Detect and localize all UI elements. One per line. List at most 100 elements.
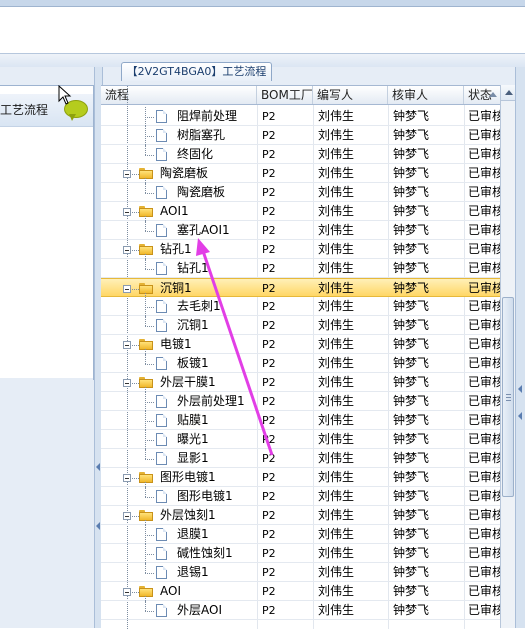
- cell-status: 已审核: [468, 204, 500, 218]
- tree-guide-line: [145, 573, 154, 574]
- grid-header: 流程 BOM工厂 编写人 核审人 状态: [101, 86, 500, 105]
- cell-status: 已审核: [468, 527, 500, 541]
- collapse-left-arrow-icon[interactable]: [96, 522, 100, 530]
- cell-bom: P2: [262, 148, 276, 161]
- cell-bom: P2: [262, 414, 276, 427]
- document-icon: [156, 604, 167, 617]
- cell-bom: P2: [262, 357, 276, 370]
- collapse-toggle-icon[interactable]: [123, 379, 131, 387]
- collapse-toggle-icon[interactable]: [123, 474, 131, 482]
- table-row[interactable]: 碱性蚀刻1 P2 刘伟生 钟梦飞 已审核: [101, 544, 500, 563]
- table-row[interactable]: AOI1 P2 刘伟生 钟梦飞 已审核: [101, 202, 500, 221]
- collapse-right-arrow-icon[interactable]: [518, 412, 522, 420]
- document-icon: [156, 224, 167, 237]
- cell-flow-name: 树脂塞孔: [177, 128, 226, 142]
- cell-reviewer: 钟梦飞: [393, 394, 430, 408]
- tree-guide-line: [145, 316, 146, 326]
- table-row[interactable]: 外层干膜1 P2 刘伟生 钟梦飞 已审核: [101, 373, 500, 392]
- collapse-toggle-icon[interactable]: [123, 246, 131, 254]
- collapse-toggle-icon[interactable]: [123, 588, 131, 596]
- folder-body: [139, 170, 153, 179]
- document-icon: [156, 414, 167, 427]
- column-header-flow[interactable]: 流程: [101, 86, 257, 104]
- cell-bom: P2: [262, 319, 276, 332]
- table-row[interactable]: 钻孔1 P2 刘伟生 钟梦飞 已审核: [101, 259, 500, 278]
- cell-writer: 刘伟生: [318, 394, 355, 408]
- table-row[interactable]: 终固化 P2 刘伟生 钟梦飞 已审核: [101, 145, 500, 164]
- cell-status: 已审核: [468, 432, 500, 446]
- folder-icon: [139, 339, 153, 350]
- table-row[interactable]: 外层蚀刻1 P2 刘伟生 钟梦飞 已审核: [101, 506, 500, 525]
- right-splitter[interactable]: [515, 67, 525, 628]
- cell-flow-name: AOI1: [160, 204, 189, 218]
- table-row[interactable]: 钻孔1 P2 刘伟生 钟梦飞 已审核: [101, 240, 500, 259]
- collapse-right-arrow-icon[interactable]: [518, 385, 522, 393]
- table-row[interactable]: 外层前处理1 P2 刘伟生 钟梦飞 已审核: [101, 392, 500, 411]
- cell-flow-name: 图形电镀1: [177, 489, 233, 503]
- column-header-reviewer[interactable]: 核审人: [388, 86, 464, 104]
- cell-reviewer: 钟梦飞: [393, 584, 430, 598]
- cell-bom: P2: [262, 262, 276, 275]
- table-row[interactable]: 图形电镀1 P2 刘伟生 钟梦飞 已审核: [101, 468, 500, 487]
- column-header-bom[interactable]: BOM工厂: [257, 86, 313, 104]
- table-row[interactable]: 沉铜1 P2 刘伟生 钟梦飞 已审核: [101, 316, 500, 335]
- column-header-status[interactable]: 状态: [464, 86, 500, 104]
- cell-bom: P2: [262, 433, 276, 446]
- table-row[interactable]: 塞孔AOI1 P2 刘伟生 钟梦飞 已审核: [101, 221, 500, 240]
- table-row[interactable]: 曝光1 P2 刘伟生 钟梦飞 已审核: [101, 430, 500, 449]
- table-row[interactable]: 贴膜1 P2 刘伟生 钟梦飞 已审核: [101, 411, 500, 430]
- vertical-scrollbar[interactable]: [500, 85, 516, 628]
- table-row[interactable]: 陶瓷磨板 P2 刘伟生 钟梦飞 已审核: [101, 183, 500, 202]
- document-icon: [156, 319, 167, 332]
- table-row[interactable]: 陶瓷磨板 P2 刘伟生 钟梦飞 已审核: [101, 164, 500, 183]
- table-row[interactable]: 退锡1 P2 刘伟生 钟梦飞 已审核: [101, 563, 500, 582]
- document-icon: [156, 547, 167, 560]
- cell-bom: P2: [262, 471, 276, 484]
- table-row[interactable]: 图形电镀1 P2 刘伟生 钟梦飞 已审核: [101, 487, 500, 506]
- cell-status: 已审核: [468, 109, 500, 123]
- cell-status: 已审核: [468, 394, 500, 408]
- scrollbar-thumb[interactable]: [502, 297, 514, 497]
- table-row[interactable]: 退膜1 P2 刘伟生 钟梦飞 已审核: [101, 525, 500, 544]
- table-row[interactable]: 沉铜1 P2 刘伟生 钟梦飞 已审核: [101, 278, 500, 298]
- cell-flow-name: 退锡1: [177, 565, 209, 579]
- cell-flow-name: 电镀1: [160, 337, 192, 351]
- table-row[interactable]: 板镀1 P2 刘伟生 钟梦飞 已审核: [101, 354, 500, 373]
- table-row[interactable]: 树脂塞孔 P2 刘伟生 钟梦飞 已审核: [101, 126, 500, 145]
- table-row[interactable]: 外层AOI P2 刘伟生 钟梦飞 已审核: [101, 601, 500, 620]
- cell-writer: 刘伟生: [318, 204, 355, 218]
- tree-guide-line: [145, 440, 154, 441]
- cell-status: 已审核: [468, 299, 500, 313]
- cell-bom: P2: [262, 395, 276, 408]
- tree-guide-line: [145, 601, 146, 611]
- cell-writer: 刘伟生: [318, 318, 355, 332]
- window-top-border: [0, 0, 525, 7]
- collapse-toggle-icon[interactable]: [123, 285, 131, 293]
- scroll-up-arrow-icon[interactable]: [501, 85, 516, 101]
- collapse-left-arrow-icon[interactable]: [96, 463, 100, 471]
- cell-bom: P2: [262, 585, 276, 598]
- tree-guide-line: [145, 136, 154, 137]
- cell-reviewer: 钟梦飞: [393, 242, 430, 256]
- cell-status: 已审核: [468, 147, 500, 161]
- left-panel: 工艺流程: [0, 85, 94, 380]
- collapse-toggle-icon[interactable]: [123, 208, 131, 216]
- cell-flow-name: 碱性蚀刻1: [177, 546, 233, 560]
- cell-reviewer: 钟梦飞: [393, 489, 430, 503]
- tab-process-flow[interactable]: 【2V2GT4BGA0】工艺流程: [121, 62, 272, 81]
- collapse-toggle-icon[interactable]: [123, 512, 131, 520]
- table-row[interactable]: 去毛刺1 P2 刘伟生 钟梦飞 已审核: [101, 297, 500, 316]
- left-panel-item[interactable]: 工艺流程: [0, 94, 93, 127]
- document-icon: [156, 566, 167, 579]
- table-row[interactable]: 显影1 P2 刘伟生 钟梦飞 已审核: [101, 449, 500, 468]
- column-header-writer[interactable]: 编写人: [313, 86, 388, 104]
- scrollbar-grip-icon: [506, 400, 511, 401]
- collapse-toggle-icon[interactable]: [123, 170, 131, 178]
- table-row[interactable]: 阻焊前处理 P2 刘伟生 钟梦飞 已审核: [101, 107, 500, 126]
- collapse-toggle-icon[interactable]: [123, 341, 131, 349]
- cell-status: 已审核: [468, 603, 500, 617]
- cell-reviewer: 钟梦飞: [393, 166, 430, 180]
- table-row[interactable]: 电镀1 P2 刘伟生 钟梦飞 已审核: [101, 335, 500, 354]
- cell-status: 已审核: [468, 223, 500, 237]
- table-row[interactable]: AOI P2 刘伟生 钟梦飞 已审核: [101, 582, 500, 601]
